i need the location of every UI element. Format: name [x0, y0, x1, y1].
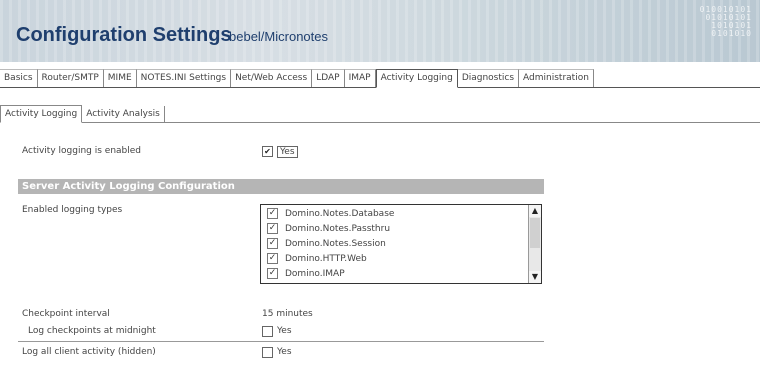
tab-imap[interactable]: IMAP — [344, 69, 376, 87]
logging-types-listbox[interactable]: ✓ Domino.Notes.Database ✓ Domino.Notes.Pas… — [260, 204, 542, 284]
check-icon: ✓ — [267, 238, 278, 249]
list-item[interactable]: ✓ Domino.IMAP — [267, 268, 345, 282]
enabled-value: Yes — [277, 146, 298, 158]
tab-ldap[interactable]: LDAP — [312, 69, 345, 87]
check-icon: ✓ — [267, 208, 278, 219]
enabled-checkbox[interactable]: ✔ — [262, 146, 273, 157]
check-icon: ✓ — [267, 253, 278, 264]
log-client-value: Yes — [277, 347, 292, 357]
divider — [18, 341, 544, 342]
list-item-label: Domino.IMAP — [285, 269, 345, 279]
check-icon: ✓ — [267, 268, 278, 279]
list-item[interactable]: ✓ Domino.Notes.Database — [267, 208, 394, 222]
scroll-up-icon[interactable]: ▲ — [529, 205, 541, 217]
sub-tabs: Activity Logging Activity Analysis — [0, 104, 760, 123]
scroll-thumb[interactable] — [530, 218, 540, 248]
tab-router-smtp[interactable]: Router/SMTP — [37, 69, 104, 87]
log-client-label: Log all client activity (hidden) — [22, 347, 156, 357]
list-item[interactable]: ✓ Domino.Notes.Passthru — [267, 223, 390, 237]
log-client-checkbox[interactable] — [262, 347, 273, 358]
server-name: bebel/Micronotes — [229, 29, 328, 44]
list-item-label: Domino.Notes.Session — [285, 239, 386, 249]
list-item[interactable]: ✓ Domino.Notes.Session — [267, 238, 386, 252]
subtab-activity-analysis[interactable]: Activity Analysis — [82, 106, 165, 122]
section-header: Server Activity Logging Configuration — [18, 179, 544, 194]
checkpoint-midnight-label: Log checkpoints at midnight — [28, 326, 156, 336]
checkpoint-label: Checkpoint interval — [22, 309, 110, 319]
list-item-label: Domino.Notes.Passthru — [285, 224, 391, 234]
subtab-activity-logging[interactable]: Activity Logging — [0, 105, 83, 123]
logging-types-label: Enabled logging types — [22, 205, 123, 215]
list-item[interactable]: ✓ Domino.HTTP.Web — [267, 253, 367, 267]
binary-decoration: 010010101 01010101 1010101 0101010 — [642, 6, 752, 56]
listbox-scrollbar[interactable]: ▲ ▼ — [528, 205, 541, 283]
tab-notes-ini[interactable]: NOTES.INI Settings — [136, 69, 232, 87]
tab-net-web-access[interactable]: Net/Web Access — [231, 69, 313, 87]
checkpoint-midnight-checkbox[interactable] — [262, 326, 273, 337]
tab-basics[interactable]: Basics — [0, 69, 38, 87]
binary-line: 0101010 — [711, 29, 752, 38]
tab-administration[interactable]: Administration — [519, 69, 594, 87]
tab-mime[interactable]: MIME — [103, 69, 137, 87]
list-item-label: Domino.Notes.Database — [285, 209, 395, 219]
enabled-label: Activity logging is enabled — [22, 146, 141, 156]
checkpoint-midnight-value: Yes — [277, 326, 292, 336]
header-banner: 010010101 01010101 1010101 0101010 Confi… — [0, 0, 760, 62]
tab-activity-logging[interactable]: Activity Logging — [375, 69, 458, 88]
tab-diagnostics[interactable]: Diagnostics — [457, 69, 520, 87]
checkpoint-value[interactable]: 15 minutes — [262, 309, 313, 319]
scroll-down-icon[interactable]: ▼ — [529, 271, 541, 283]
list-item-label: Domino.HTTP.Web — [285, 254, 367, 264]
check-icon: ✓ — [267, 223, 278, 234]
main-tabs: Basics Router/SMTP MIME NOTES.INI Settin… — [0, 67, 760, 88]
page-title: Configuration Settings — [16, 24, 232, 46]
